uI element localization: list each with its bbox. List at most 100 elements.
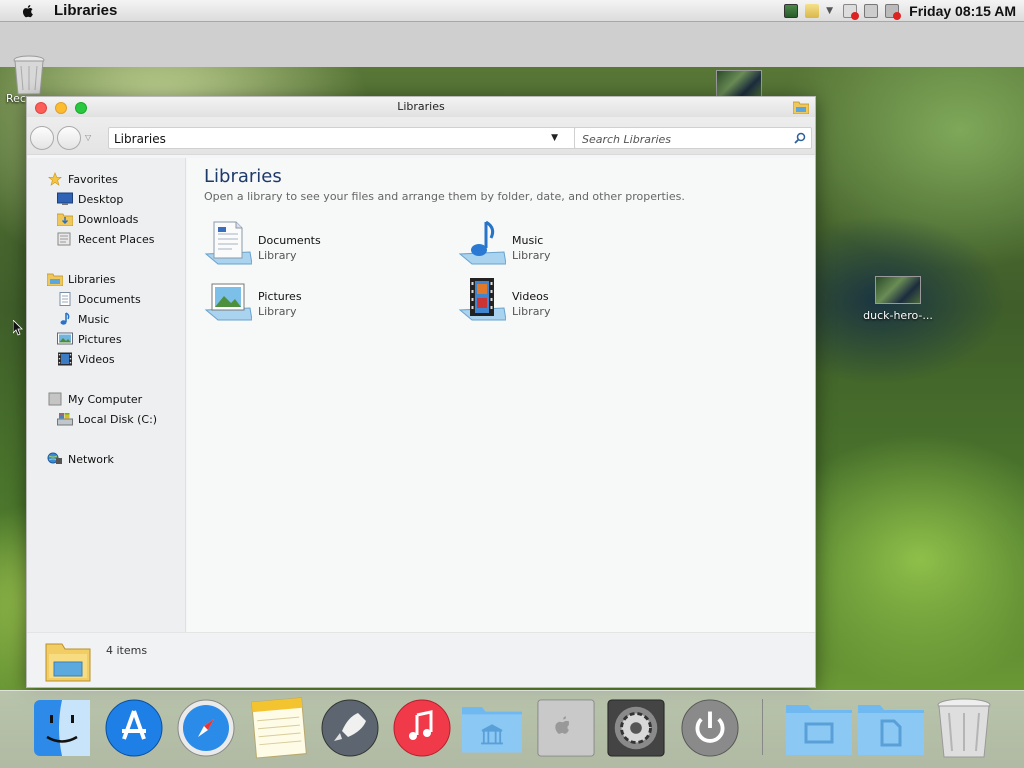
- system-preferences-icon[interactable]: [606, 697, 666, 759]
- dock: [0, 690, 1024, 768]
- library-name: Documents: [258, 234, 321, 247]
- trash-icon: [13, 55, 45, 95]
- chevron-down-icon[interactable]: ▼: [551, 133, 558, 143]
- safari-icon[interactable]: [176, 697, 236, 759]
- sidebar-item-pictures[interactable]: Pictures: [57, 330, 122, 348]
- sidebar-item-label: Favorites: [68, 172, 118, 186]
- sidebar-item-videos[interactable]: Videos: [57, 350, 115, 368]
- folder-icon: [793, 101, 809, 114]
- chevron-down-icon[interactable]: ▼: [826, 4, 836, 18]
- sidebar-item-label: Network: [68, 452, 114, 466]
- local-disk-icon: [57, 413, 73, 426]
- forward-button[interactable]: [57, 126, 81, 150]
- files-folder-icon[interactable]: [858, 697, 924, 759]
- window-title: Libraries: [397, 100, 445, 113]
- library-type: Library: [258, 249, 297, 262]
- documents-library-icon: [204, 221, 252, 265]
- star-icon: [48, 172, 62, 186]
- pictures-library-icon: [204, 283, 252, 321]
- system-tray: ▼ Friday 08:15 AM: [784, 0, 1024, 22]
- library-type: Library: [512, 305, 551, 318]
- window-titlebar[interactable]: Libraries: [27, 97, 815, 117]
- launchpad-icon[interactable]: [320, 697, 380, 759]
- battery-icon[interactable]: [864, 4, 879, 18]
- search-icon[interactable]: [794, 132, 806, 144]
- back-button[interactable]: [30, 126, 54, 150]
- notes-icon[interactable]: [248, 697, 308, 759]
- apple-icon[interactable]: [20, 3, 36, 19]
- library-item-videos[interactable]: Videos Library: [458, 276, 698, 326]
- item-count: 4 items: [106, 644, 148, 657]
- sidebar-item-label: Music: [78, 312, 110, 326]
- mac-pro-icon[interactable]: [536, 697, 596, 759]
- library-type: Library: [512, 249, 551, 262]
- monitor-icon[interactable]: [784, 4, 799, 18]
- library-item-music[interactable]: Music Library: [458, 220, 698, 270]
- sidebar-item-label: My Computer: [68, 392, 143, 406]
- search-input[interactable]: [575, 130, 785, 146]
- trash-icon[interactable]: [934, 697, 994, 759]
- sidebar-item-desktop[interactable]: Desktop: [57, 190, 123, 208]
- sidebar-item-label: Pictures: [78, 332, 122, 346]
- library-name: Videos: [512, 290, 549, 303]
- finder-icon[interactable]: [32, 697, 92, 759]
- power-icon[interactable]: [680, 697, 740, 759]
- sidebar-item-downloads[interactable]: Downloads: [57, 210, 138, 228]
- network-error-icon[interactable]: [843, 4, 860, 20]
- videos-library-icon: [458, 278, 506, 321]
- navigation-pane: Favorites Desktop Downloads Recent Place…: [27, 158, 186, 632]
- folder-tray-icon[interactable]: [805, 4, 820, 18]
- videos-icon: [58, 352, 72, 366]
- itunes-icon[interactable]: [392, 697, 452, 759]
- network-icon: [47, 452, 62, 464]
- menu-bar: Libraries ▼ Friday 08:15 AM: [0, 0, 1024, 22]
- libraries-folder-icon: [45, 643, 91, 682]
- app-store-icon[interactable]: [104, 697, 164, 759]
- desktop-file-label: duck-hero-...: [863, 309, 933, 322]
- sidebar-item-label: Recent Places: [78, 232, 155, 246]
- sidebar-item-local-disk[interactable]: Local Disk (C:): [57, 410, 157, 428]
- sidebar-item-music[interactable]: Music: [57, 310, 109, 328]
- clock[interactable]: Friday 08:15 AM: [909, 3, 1016, 19]
- library-item-documents[interactable]: Documents Library: [204, 220, 444, 270]
- sidebar-item-documents[interactable]: Documents: [57, 290, 141, 308]
- dock-separator: [762, 699, 763, 755]
- address-bar[interactable]: Libraries ▼ ⇄: [108, 127, 595, 149]
- mouse-cursor-icon: [13, 320, 23, 336]
- sidebar-item-libraries[interactable]: Libraries: [47, 270, 116, 288]
- music-library-icon: [458, 220, 506, 265]
- library-name: Pictures: [258, 290, 302, 303]
- downloads-icon: [57, 213, 73, 226]
- navigation-toolbar: ▽ Libraries ▼ ⇄: [27, 117, 815, 155]
- music-icon: [60, 312, 70, 325]
- sidebar-item-my-computer[interactable]: My Computer: [47, 390, 142, 408]
- page-subtitle: Open a library to see your files and arr…: [204, 190, 685, 203]
- libraries-folder-icon[interactable]: [462, 697, 522, 759]
- image-thumbnail: [875, 276, 921, 304]
- libraries-window: Libraries ▽ Libraries ▼ ⇄ Favorites: [26, 96, 816, 688]
- sidebar-item-label: Libraries: [68, 272, 116, 286]
- details-pane: 4 items: [27, 632, 815, 687]
- volume-muted-icon[interactable]: [885, 4, 902, 20]
- sidebar-item-label: Documents: [78, 292, 141, 306]
- sidebar-item-label: Videos: [78, 352, 115, 366]
- desktop-top-band: [0, 22, 1024, 67]
- sidebar-item-favorites[interactable]: Favorites: [47, 170, 118, 188]
- search-box[interactable]: [574, 127, 812, 149]
- page-title: Libraries: [204, 166, 282, 187]
- library-item-pictures[interactable]: Pictures Library: [204, 276, 444, 326]
- computer-icon: [48, 392, 62, 406]
- recent-places-icon: [57, 232, 71, 246]
- active-app-name[interactable]: Libraries: [54, 2, 117, 19]
- sidebar-item-recent-places[interactable]: Recent Places: [57, 230, 155, 248]
- libraries-icon: [47, 273, 63, 286]
- history-dropdown-icon[interactable]: ▽: [85, 133, 91, 142]
- documents-icon: [59, 292, 71, 306]
- desktop-file-duck-hero[interactable]: duck-hero-...: [858, 276, 938, 322]
- desktop-thumbnail-top[interactable]: [716, 70, 762, 98]
- library-type: Library: [258, 305, 297, 318]
- documents-folder-icon[interactable]: [786, 697, 852, 759]
- sidebar-item-label: Desktop: [78, 192, 124, 206]
- sidebar-item-label: Local Disk (C:): [78, 412, 158, 426]
- sidebar-item-network[interactable]: Network: [47, 450, 114, 468]
